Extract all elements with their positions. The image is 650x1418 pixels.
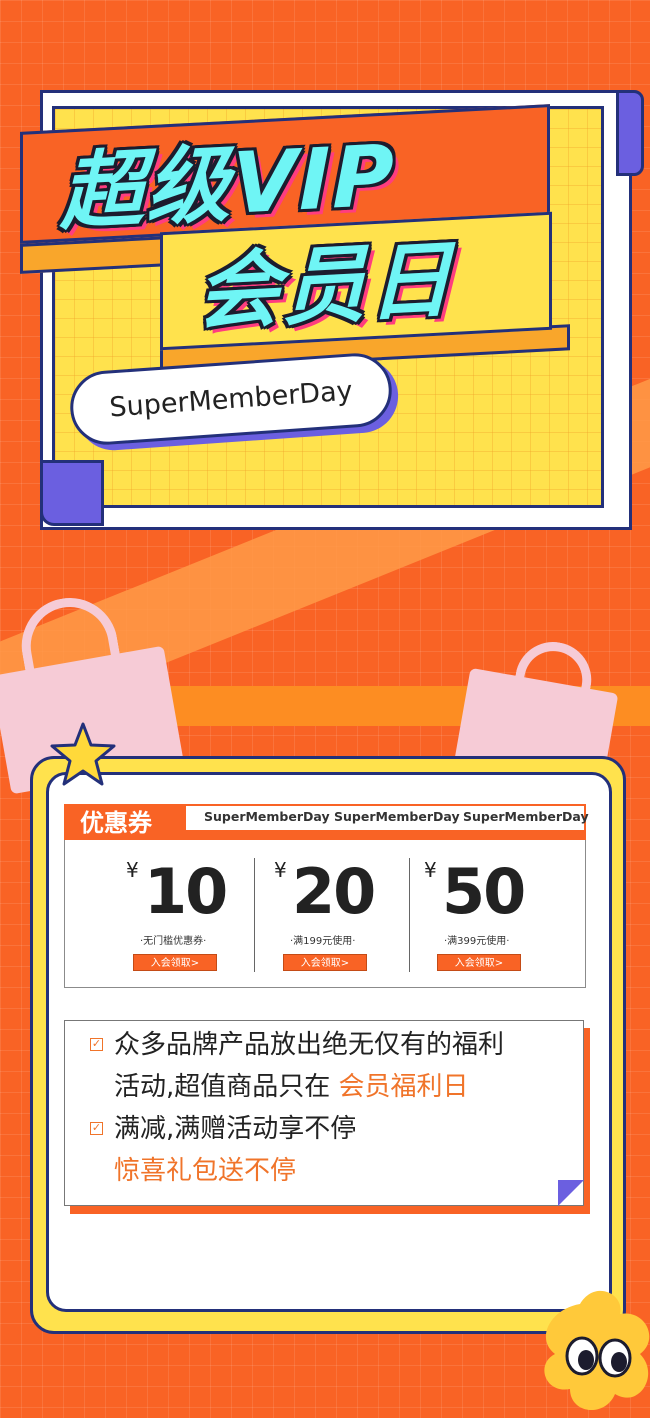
page-title-line-1: 超级VIP: [60, 126, 396, 242]
title-card-fold-bottom: [40, 460, 104, 526]
star-icon: [50, 722, 116, 786]
claim-coupon-button[interactable]: 入会领取>: [283, 954, 367, 971]
coupon-tag: SuperMemberDay: [463, 809, 589, 824]
coupon-condition: ·满199元使用·: [290, 936, 356, 947]
benefit-line-1: 众多品牌产品放出绝无仅有的福利: [114, 1030, 505, 1060]
coupon-amount: 10: [144, 855, 228, 928]
checkbox-icon: ✓: [90, 1037, 103, 1051]
benefit-line-2: 活动,超值商品只在 会员福利日: [114, 1070, 469, 1104]
coupon-amount: 50: [442, 855, 526, 928]
claim-coupon-button[interactable]: 入会领取>: [133, 954, 217, 971]
coupon-item-20: ¥ 20 ·满199元使用· 入会领取>: [268, 855, 418, 978]
coupon-section-label: 优惠券: [80, 809, 152, 837]
checkbox-icon: ✓: [90, 1121, 103, 1135]
benefit-highlight: 会员福利日: [338, 1072, 469, 1102]
coupon-condition: ·满399元使用·: [444, 936, 510, 947]
coupon-item-50: ¥ 50 ·满399元使用· 入会领取>: [422, 855, 572, 978]
coupon-amount: 20: [292, 855, 376, 928]
claim-coupon-button[interactable]: 入会领取>: [437, 954, 521, 971]
coupon-tag: SuperMemberDay: [204, 809, 330, 824]
title-card-fold-top: [616, 90, 644, 176]
currency-symbol: ¥: [274, 858, 287, 882]
currency-symbol: ¥: [424, 858, 437, 882]
benefit-line-4: 惊喜礼包送不停: [114, 1156, 297, 1186]
coupon-condition: ·无门槛优惠券·: [140, 936, 207, 947]
currency-symbol: ¥: [126, 858, 139, 882]
benefit-line-2-text: 活动,超值商品只在: [114, 1072, 331, 1102]
mascot-icon: [544, 1290, 650, 1411]
coupon-tag: SuperMemberDay: [334, 809, 460, 824]
benefit-line-3: 满减,满赠活动享不停: [114, 1114, 357, 1144]
coupon-item-10: ¥ 10 ·无门槛优惠券· 入会领取>: [118, 855, 268, 978]
page-title-line-2: 会员日: [196, 230, 455, 342]
